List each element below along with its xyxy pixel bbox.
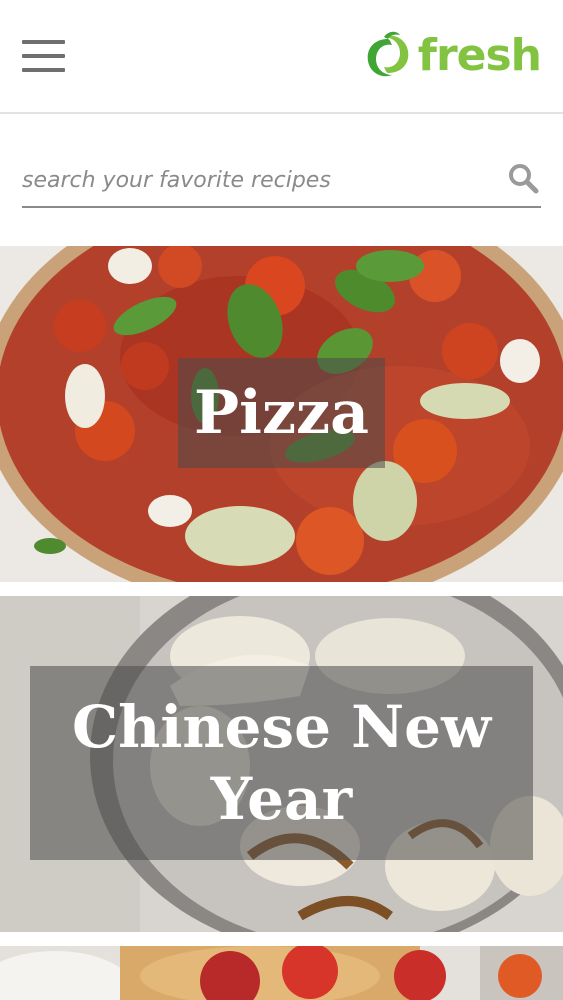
menu-bar — [22, 54, 65, 58]
search-input[interactable] — [22, 164, 492, 196]
recipe-category-card-3[interactable] — [0, 946, 563, 1000]
recipe-category-card-pizza[interactable]: Pizza — [0, 246, 563, 582]
category-title-chinese-new-year: Chinese New Year — [30, 666, 533, 860]
woolworths-logo-icon — [367, 31, 409, 77]
logo-text: fresh — [417, 30, 542, 81]
app-header: fresh — [0, 0, 563, 114]
fresh-logo[interactable]: fresh — [362, 30, 542, 82]
search-icon — [509, 164, 539, 194]
menu-bar — [22, 68, 65, 72]
search-button[interactable] — [505, 160, 541, 196]
recipe-category-card-chinese-new-year[interactable]: Chinese New Year — [0, 596, 563, 932]
menu-bar — [22, 40, 65, 44]
search-bar — [22, 150, 541, 208]
category-title-pizza: Pizza — [178, 358, 385, 468]
pancakes-image — [0, 946, 563, 1000]
hamburger-menu-button[interactable] — [22, 40, 66, 72]
